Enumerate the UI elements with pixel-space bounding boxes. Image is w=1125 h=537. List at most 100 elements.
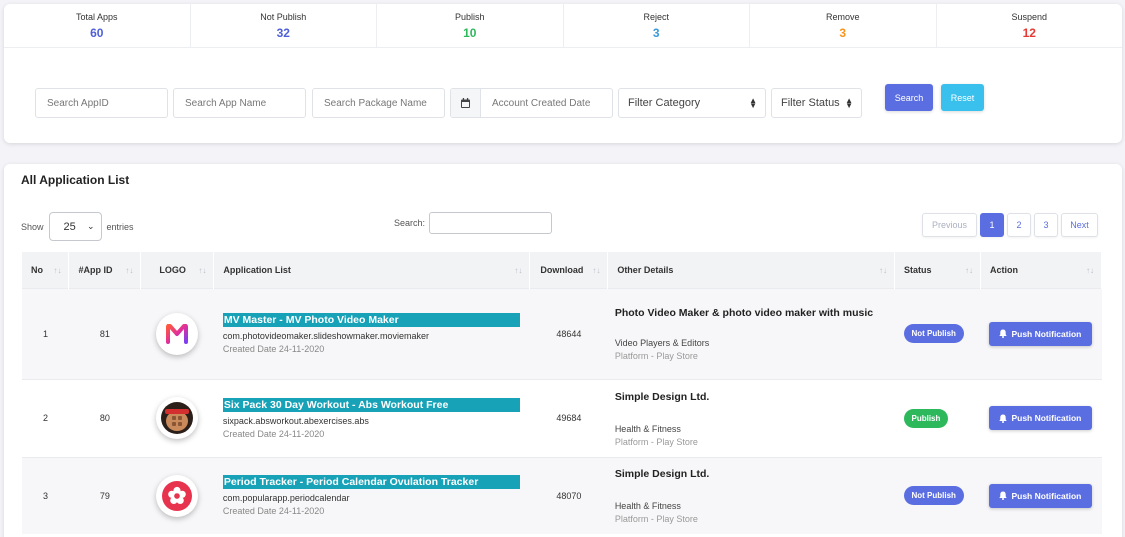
sort-icon: ↑↓: [514, 266, 523, 275]
table-search-input[interactable]: [429, 212, 553, 234]
column-header-application-list[interactable]: Application List ↑↓: [213, 252, 531, 288]
stat-total-apps[interactable]: Total Apps 60: [4, 4, 191, 47]
row-number: 2: [22, 378, 69, 457]
stat-label: Suspend: [1011, 12, 1048, 22]
pagination-page-2[interactable]: 2: [1007, 213, 1031, 237]
stat-suspend[interactable]: Suspend 12: [937, 4, 1123, 47]
stat-label: Reject: [643, 12, 669, 22]
app-logo: [156, 474, 199, 517]
push-notification-button[interactable]: Push Notification: [989, 321, 1093, 346]
chevron-down-icon: ⌄: [86, 221, 95, 231]
sort-icon: ↑↓: [53, 266, 62, 275]
row-logo-cell: [140, 456, 214, 534]
app-created-date: Created Date 24-11-2020: [222, 428, 325, 439]
column-label: Download: [540, 264, 584, 275]
pagination-page-1[interactable]: 1: [980, 213, 1004, 237]
stat-remove[interactable]: Remove 3: [750, 4, 937, 47]
row-action-cell: Push Notification: [980, 378, 1102, 457]
app-package: sixpack.absworkout.abexercises.abs: [222, 415, 369, 426]
table-row: 1 81 MV Master - MV Photo Video Maker co…: [22, 287, 1102, 379]
account-created-date-field[interactable]: [450, 88, 613, 118]
select-caret-icon: ▲ ▼: [845, 96, 853, 110]
details-category: Health & Fitness: [614, 423, 681, 434]
row-status-cell: Not Publish: [894, 456, 981, 534]
stat-value: 3: [652, 26, 660, 40]
column-header-action[interactable]: Action ↑↓: [980, 252, 1103, 288]
row-application-cell: Six Pack 30 Day Workout - Abs Workout Fr…: [213, 378, 530, 457]
app-package: com.photovideomaker.slideshowmaker.movie…: [222, 331, 429, 341]
column-header-no[interactable]: No ↑↓: [22, 252, 70, 288]
account-created-date-input[interactable]: [481, 89, 611, 117]
filter-status-select[interactable]: Filter Status ▲ ▼: [771, 88, 862, 118]
column-header-other-details[interactable]: Other Details ↑↓: [607, 252, 895, 288]
stat-publish[interactable]: Publish 10: [377, 4, 564, 47]
stat-value: 60: [90, 26, 104, 40]
sort-icon: ↑↓: [198, 266, 207, 275]
pagination-previous[interactable]: Previous: [922, 213, 977, 237]
details-category: Health & Fitness: [614, 501, 681, 512]
stat-value: 12: [1022, 26, 1036, 40]
column-label: #App ID: [78, 264, 113, 275]
six-pack-workout-logo-icon: [161, 402, 194, 434]
row-app-id: 79: [68, 456, 141, 534]
column-label: Application List: [223, 264, 291, 275]
stat-not-publish[interactable]: Not Publish 32: [191, 4, 377, 47]
column-header-download[interactable]: Download ↑↓: [529, 252, 609, 288]
row-other-details-cell: Simple Design Ltd. Health & Fitness Plat…: [607, 378, 895, 457]
sort-icon: ↑↓: [125, 266, 134, 275]
column-label: LOGO: [159, 264, 186, 275]
sort-icon: ↑↓: [1086, 266, 1094, 275]
app-name[interactable]: Period Tracker - Period Calendar Ovulati…: [222, 475, 520, 490]
search-button[interactable]: Search: [885, 84, 933, 111]
entries-select[interactable]: 25 ⌄: [48, 212, 102, 241]
pagination-page-3[interactable]: 3: [1034, 213, 1058, 237]
stat-value: 10: [463, 26, 477, 40]
page-title: All Application List: [21, 173, 130, 187]
show-label: Show: [21, 221, 44, 232]
table-row: 3 79 Period Tracker - Period Calendar Ov…: [22, 456, 1102, 534]
table-row: 2 80 Six Pack 30 Day Workout - Abs Worko…: [22, 378, 1102, 457]
period-tracker-logo-icon: [162, 480, 193, 511]
search-appid-input[interactable]: [35, 88, 168, 118]
row-downloads: 48644: [529, 287, 608, 379]
reset-button[interactable]: Reset: [941, 84, 984, 111]
sort-icon: ↑↓: [879, 266, 887, 275]
stat-label: Total Apps: [75, 12, 118, 22]
row-status-cell: Not Publish: [894, 287, 981, 379]
column-header-status[interactable]: Status ↑↓: [894, 252, 981, 288]
details-platform: Platform - Play Store: [614, 514, 698, 525]
app-name[interactable]: Six Pack 30 Day Workout - Abs Workout Fr…: [222, 397, 520, 412]
mv-master-logo-icon: [166, 323, 189, 344]
calendar-icon[interactable]: [451, 89, 481, 117]
search-package-name-input[interactable]: [312, 88, 445, 118]
column-label: Action: [989, 264, 1018, 275]
details-title: Photo Video Maker & photo video maker wi…: [614, 307, 874, 319]
column-header-logo[interactable]: LOGO ↑↓: [140, 252, 215, 288]
row-other-details-cell: Photo Video Maker & photo video maker wi…: [607, 287, 895, 379]
app-name[interactable]: MV Master - MV Photo Video Maker: [222, 313, 520, 327]
details-title: Simple Design Ltd.: [614, 390, 710, 403]
search-app-name-input[interactable]: [173, 88, 306, 118]
sort-icon: ↑↓: [964, 266, 973, 275]
table-header-row: No ↑↓ #App ID ↑↓ LOGO ↑↓ Application List ↑↓…: [22, 252, 1103, 288]
entries-value: 25: [63, 220, 76, 233]
column-label: Status: [904, 264, 932, 275]
row-logo-cell: [140, 378, 214, 457]
row-status-cell: Publish: [894, 378, 981, 457]
push-notification-label: Push Notification: [1011, 328, 1082, 339]
details-title: Simple Design Ltd.: [614, 468, 710, 481]
stat-label: Not Publish: [260, 12, 307, 22]
stats-filter-card: Total Apps 60 Not Publish 32 Publish 10 …: [4, 4, 1122, 143]
push-notification-button[interactable]: Push Notification: [989, 406, 1093, 430]
status-badge: Publish: [903, 408, 949, 428]
push-notification-button[interactable]: Push Notification: [989, 483, 1093, 508]
app-logo: [156, 397, 199, 439]
filter-category-select[interactable]: Filter Category ▲ ▼: [618, 88, 766, 118]
application-list-card: All Application List Show 25 ⌄ entries S…: [4, 164, 1122, 537]
filter-status-label: Filter Status: [781, 97, 840, 109]
details-category: Video Players & Editors: [614, 338, 710, 348]
pagination-next[interactable]: Next: [1061, 213, 1098, 237]
stat-label: Publish: [454, 12, 485, 22]
column-header-app-id[interactable]: #App ID ↑↓: [68, 252, 142, 288]
stat-reject[interactable]: Reject 3: [564, 4, 750, 47]
